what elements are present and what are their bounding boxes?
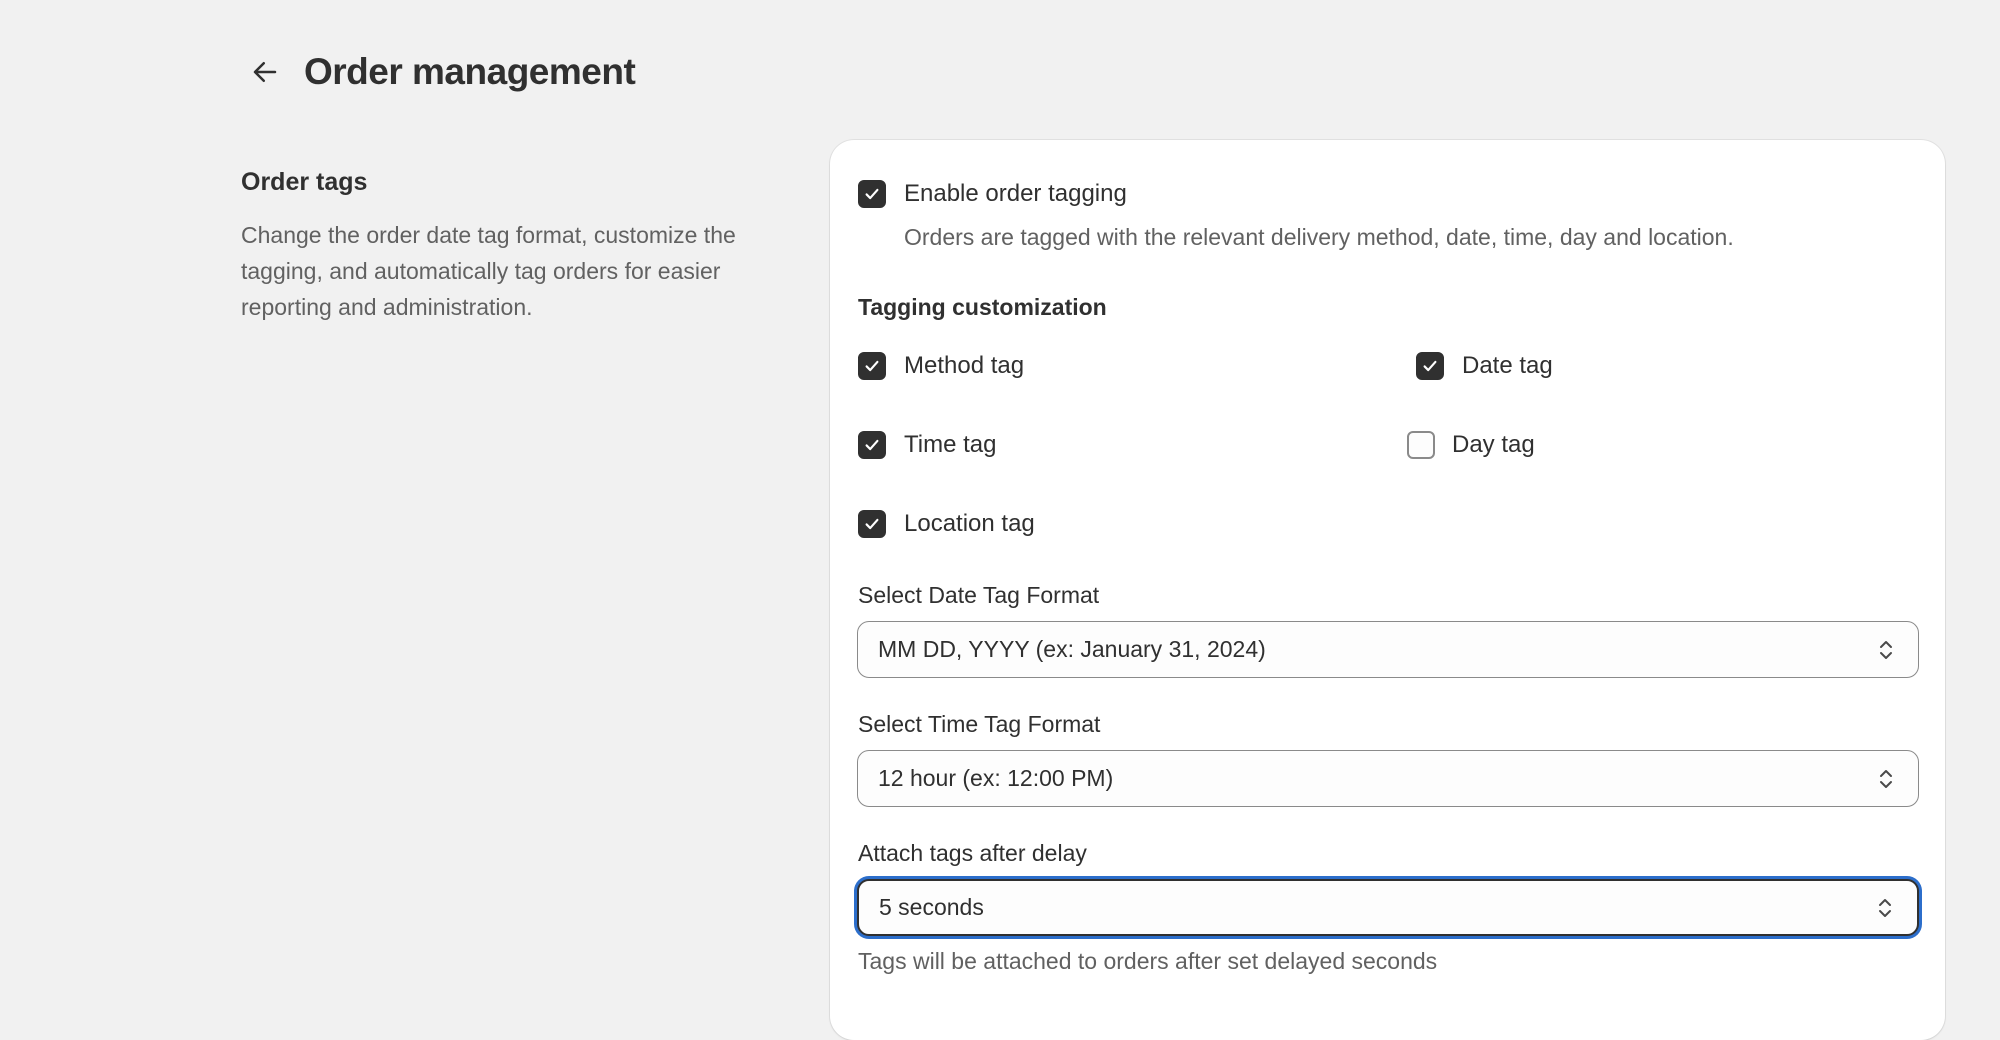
time-tag-checkbox[interactable] xyxy=(858,431,886,459)
checkmark-icon xyxy=(1423,360,1437,372)
checkmark-icon xyxy=(865,518,879,530)
enable-order-tagging-label[interactable]: Enable order tagging xyxy=(904,180,1127,208)
arrow-left-icon xyxy=(253,62,277,82)
enable-order-tagging-checkbox[interactable] xyxy=(858,180,886,208)
day-tag-checkbox[interactable] xyxy=(1407,431,1435,459)
checkmark-icon xyxy=(865,439,879,451)
aside-description: Change the order date tag format, custom… xyxy=(241,222,736,320)
delay-label: Attach tags after delay xyxy=(858,840,1087,866)
location-tag-label[interactable]: Location tag xyxy=(904,510,1035,538)
aside-title: Order tags xyxy=(241,168,368,196)
tagging-customization-heading: Tagging customization xyxy=(858,294,1107,320)
delay-value: 5 seconds xyxy=(879,894,984,920)
time-format-label: Select Time Tag Format xyxy=(858,711,1101,737)
method-tag-label[interactable]: Method tag xyxy=(904,352,1024,380)
date-tag-checkbox[interactable] xyxy=(1416,352,1444,380)
delay-help: Tags will be attached to orders after se… xyxy=(858,948,1438,974)
date-format-label: Select Date Tag Format xyxy=(858,582,1100,608)
page-header: Order management xyxy=(240,42,636,102)
order-tags-aside: Order tags Change the order date tag for… xyxy=(241,168,761,325)
time-format-value: 12 hour (ex: 12:00 PM) xyxy=(878,765,1114,791)
select-chevron-icon xyxy=(1874,636,1898,664)
checkmark-icon xyxy=(865,360,879,372)
date-tag-label[interactable]: Date tag xyxy=(1462,352,1553,380)
method-tag-checkbox[interactable] xyxy=(858,352,886,380)
delay-select[interactable]: 5 seconds xyxy=(857,879,1919,936)
checkmark-icon xyxy=(865,188,879,200)
location-tag-checkbox[interactable] xyxy=(858,510,886,538)
time-tag-label[interactable]: Time tag xyxy=(904,431,996,459)
day-tag-label[interactable]: Day tag xyxy=(1452,431,1535,459)
page-title: Order management xyxy=(304,51,636,92)
select-chevron-icon xyxy=(1874,765,1898,793)
date-format-select[interactable]: MM DD, YYYY (ex: January 31, 2024) xyxy=(857,621,1919,678)
select-chevron-icon xyxy=(1873,894,1897,922)
order-tags-card: Enable order tagging Orders are tagged w… xyxy=(830,140,1945,1040)
date-format-value: MM DD, YYYY (ex: January 31, 2024) xyxy=(878,636,1266,662)
back-button[interactable] xyxy=(240,47,290,97)
enable-order-tagging-help: Orders are tagged with the relevant deli… xyxy=(904,224,1734,250)
time-format-select[interactable]: 12 hour (ex: 12:00 PM) xyxy=(857,750,1919,807)
